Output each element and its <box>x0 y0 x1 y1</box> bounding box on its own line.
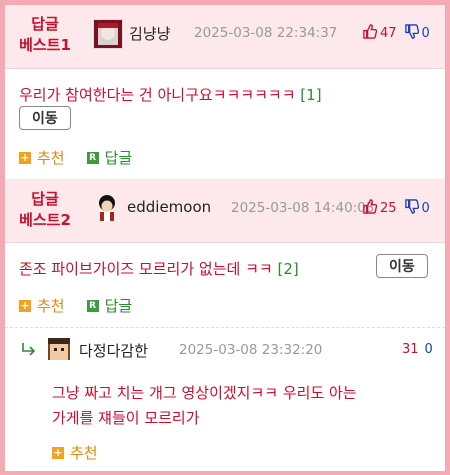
thumbs-down-icon[interactable] <box>404 24 419 43</box>
reply-votes: 31 0 <box>402 342 433 357</box>
best1-date: 2025-03-08 22:34:37 <box>194 25 338 41</box>
best2-date: 2025-03-08 14:40:03 <box>231 200 375 216</box>
best1-move-button[interactable]: 이동 <box>19 106 71 130</box>
best1-label: 답글 베스트1 <box>5 14 85 56</box>
best2-avatar[interactable] <box>93 194 121 222</box>
best2-header: 답글 베스트2 eddiemoon 2025-03-08 14:40:03 25… <box>5 180 445 243</box>
best1-avatar[interactable] <box>93 19 123 49</box>
plus-square-icon: + <box>19 298 31 312</box>
best2-votes: 25 0 <box>362 199 430 218</box>
best2-text-row: 존조 파이브가이즈 모르리가 없는데 ㅋㅋ [2] <box>19 258 299 279</box>
best2-reply-count[interactable]: [2] <box>277 260 298 278</box>
best1-label-line2: 베스트1 <box>19 36 71 54</box>
best2-actions: + 추천 R 답글 <box>19 295 154 316</box>
best1-label-line1: 답글 <box>31 15 59 33</box>
reply-actions: + 추천 <box>52 442 120 463</box>
best1-reply-label: 답글 <box>104 149 133 167</box>
best2-label-line1: 답글 <box>31 190 59 208</box>
best1-recommend-label: 추천 <box>37 149 65 167</box>
best1-down-count: 0 <box>421 26 430 41</box>
best1-reply-count[interactable]: [1] <box>300 86 321 104</box>
thumbs-down-icon[interactable] <box>404 199 419 218</box>
reply-recommend-label: 추천 <box>70 444 98 462</box>
r-square-icon: R <box>86 151 99 164</box>
thumbs-up-icon[interactable] <box>362 24 378 43</box>
reply-nickname[interactable]: 다정다감한 <box>79 340 148 361</box>
best2-label: 답글 베스트2 <box>5 189 85 231</box>
reply-date: 2025-03-08 23:32:20 <box>179 342 323 358</box>
best2-recommend-label: 추천 <box>37 297 65 315</box>
plus-square-icon: + <box>52 445 64 459</box>
best2-down-count: 0 <box>421 201 430 216</box>
reply-recommend-button[interactable]: + 추천 <box>52 442 98 463</box>
best2-reply-label: 답글 <box>104 297 133 315</box>
thumbs-up-icon[interactable] <box>362 199 378 218</box>
r-square-icon: R <box>86 299 99 312</box>
reply-up-count[interactable]: 31 <box>402 342 419 357</box>
best1-header: 답글 베스트1 김냥냥 2025-03-08 22:34:37 47 0 <box>5 5 445 69</box>
reply-comment-text: 그냥 짜고 치는 개그 영상이겠지ㅋㅋ 우리도 아는 가게를 쟤들이 모르리가 <box>52 381 357 431</box>
best2-nickname[interactable]: eddiemoon <box>127 198 211 216</box>
best2-comment-text: 존조 파이브가이즈 모르리가 없는데 ㅋㅋ <box>19 260 273 278</box>
best1-votes: 47 0 <box>362 24 430 43</box>
best2-reply-button[interactable]: R 답글 <box>86 295 133 316</box>
best1-actions: + 추천 R 답글 <box>19 147 154 168</box>
best1-text-row: 우리가 참여한다는 건 아니구요ㅋㅋㅋㅋㅋㅋ [1] <box>19 84 322 105</box>
best1-up-count: 47 <box>380 26 397 41</box>
reply-text-line2: 가게를 쟤들이 모르리가 <box>52 409 200 427</box>
best2-up-count: 25 <box>380 201 397 216</box>
reply-text-line1: 그냥 짜고 치는 개그 영상이겠지ㅋㅋ 우리도 아는 <box>52 384 357 402</box>
best1-recommend-button[interactable]: + 추천 <box>19 147 65 168</box>
reply-avatar[interactable] <box>46 336 74 364</box>
reply-down-count[interactable]: 0 <box>425 342 433 357</box>
comment-panel: 답글 베스트1 김냥냥 2025-03-08 22:34:37 47 0 우리가… <box>5 5 445 471</box>
best1-comment-text: 우리가 참여한다는 건 아니구요ㅋㅋㅋㅋㅋㅋ <box>19 86 296 104</box>
divider <box>5 327 445 328</box>
reply-arrow-icon <box>21 341 37 360</box>
best2-label-line2: 베스트2 <box>19 211 71 229</box>
best2-move-button[interactable]: 이동 <box>376 254 428 278</box>
best2-recommend-button[interactable]: + 추천 <box>19 295 65 316</box>
best1-reply-button[interactable]: R 답글 <box>86 147 133 168</box>
best1-nickname[interactable]: 김냥냥 <box>129 23 170 44</box>
plus-square-icon: + <box>19 150 31 164</box>
